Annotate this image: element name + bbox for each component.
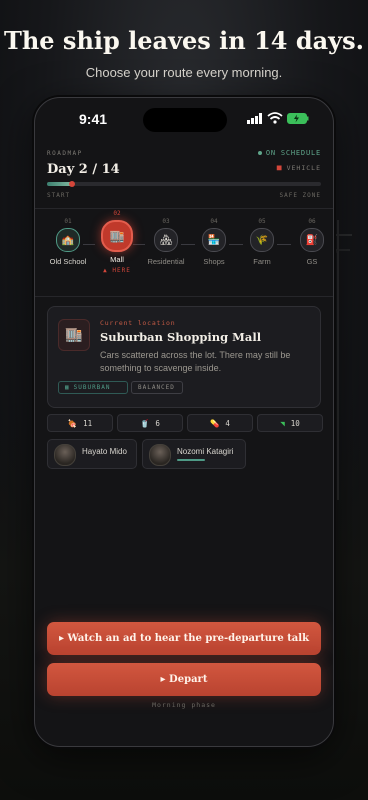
stop-number: 04 — [210, 218, 218, 225]
character-card-nozomi[interactable]: Nozomi Katagiri — [142, 439, 246, 469]
pill-icon: 💊 — [210, 418, 220, 428]
stop-number: 01 — [64, 218, 72, 225]
food-count: 11 — [83, 418, 93, 428]
stop-name: Residential — [147, 257, 185, 266]
safe-zone-label: SAFE ZONE — [279, 192, 321, 199]
location-description: Cars scattered across the lot. There may… — [100, 350, 291, 373]
material-icon: ◥ — [280, 418, 285, 428]
houses-icon: 🏘 — [154, 228, 178, 252]
food-stat: 🍖 11 — [47, 414, 113, 432]
school-icon: 🏫 — [56, 228, 80, 252]
stop-name: Mall — [110, 255, 124, 264]
shop-icon: 🏪 — [202, 228, 226, 252]
signal-icon — [247, 113, 262, 124]
roadmap-section: ROADMAP Day 2 / 14 ON SCHEDULE ■ VEHICLE … — [35, 142, 333, 209]
route-stop-shops[interactable]: 04 🏪 Shops — [189, 208, 239, 266]
stop-number: 02 — [113, 210, 121, 217]
fuel-pump-icon: ⛽ — [300, 228, 324, 252]
stop-name: Shops — [203, 257, 225, 266]
route-stop-old-school[interactable]: 01 🏫 Old School — [43, 208, 93, 266]
phone-frame: 9:41 ROADMAP Day 2 / 14 ON SCHEDULE ■ VEH… — [34, 97, 334, 747]
drink-icon: 🥤 — [140, 418, 150, 428]
area-tag-label: SUBURBAN — [73, 384, 111, 391]
route-stop-residential[interactable]: 03 🏘 Residential — [141, 208, 191, 266]
character-health-bar — [177, 459, 205, 461]
roadmap-label: ROADMAP — [47, 150, 83, 157]
medicine-stat: 💊 4 — [187, 414, 253, 432]
character-name: Hayato Mido — [82, 447, 127, 456]
trip-progress-bar — [47, 181, 321, 187]
route-stop-gs[interactable]: 06 ⛽ GS — [287, 208, 333, 266]
building-icon: ▦ — [65, 384, 70, 391]
area-tag: ▦ SUBURBAN — [58, 381, 128, 394]
route-stops: 01 🏫 Old School 02 🏬 Mall ▲ HERE 03 🏘 Re… — [35, 208, 333, 297]
trip-progress-fill — [47, 182, 72, 186]
dynamic-island — [143, 108, 227, 132]
vehicle-marker — [68, 181, 75, 187]
status-bar: 9:41 — [35, 98, 333, 142]
route-stop-farm[interactable]: 05 🌾 Farm — [237, 208, 287, 266]
avatar — [149, 444, 171, 466]
medicine-count: 4 — [225, 418, 230, 428]
promo-headline: The ship leaves in 14 days. — [4, 26, 364, 55]
start-label: START — [47, 192, 71, 199]
mall-icon: 🏬 — [58, 319, 90, 351]
vehicle-legend: ■ VEHICLE — [277, 163, 321, 172]
material-count: 10 — [290, 418, 300, 428]
day-counter: Day 2 / 14 — [47, 162, 120, 177]
farm-icon: 🌾 — [250, 228, 274, 252]
avatar — [54, 444, 76, 466]
location-kicker: Current location — [100, 319, 176, 327]
stop-number: 06 — [308, 218, 316, 225]
character-name: Nozomi Katagiri — [177, 447, 234, 456]
stop-name: GS — [306, 257, 318, 266]
current-location-card: 🏬 Current location Suburban Shopping Mal… — [47, 306, 321, 408]
status-time: 9:41 — [79, 111, 108, 127]
schedule-status: ON SCHEDULE — [257, 149, 321, 157]
depart-button[interactable]: ▸ Depart — [47, 663, 321, 696]
route-stop-mall[interactable]: 02 🏬 Mall ▲ HERE — [92, 208, 142, 274]
drink-count: 6 — [155, 418, 160, 428]
meat-icon: 🍖 — [67, 418, 78, 428]
promo-subhead: Choose your route every morning. — [85, 65, 283, 80]
stop-number: 03 — [162, 218, 170, 225]
stop-number: 05 — [258, 218, 266, 225]
location-title: Suburban Shopping Mall — [100, 330, 262, 344]
character-card-hayato[interactable]: Hayato Mido — [47, 439, 137, 469]
stop-name: Farm — [253, 257, 271, 266]
resource-stats: 🍖 11 🥤 6 💊 4 ◥ 10 — [47, 414, 323, 432]
material-stat: ◥ 10 — [257, 414, 323, 432]
status-dot-icon — [257, 151, 262, 155]
wifi-icon — [267, 112, 283, 124]
battery-icon — [287, 113, 309, 124]
phase-label: Morning phase — [152, 701, 216, 709]
here-marker: ▲ HERE — [103, 267, 131, 274]
watch-ad-talk-button[interactable]: ▸ Watch an ad to hear the pre-departure … — [47, 622, 321, 655]
vehicle-label: VEHICLE — [286, 164, 321, 172]
drink-stat: 🥤 6 — [117, 414, 183, 432]
mall-icon: 🏬 — [101, 220, 133, 252]
schedule-status-text: ON SCHEDULE — [265, 149, 321, 157]
mode-tag: BALANCED — [131, 381, 183, 394]
car-icon: ■ — [276, 163, 283, 172]
stop-name: Old School — [49, 257, 87, 266]
